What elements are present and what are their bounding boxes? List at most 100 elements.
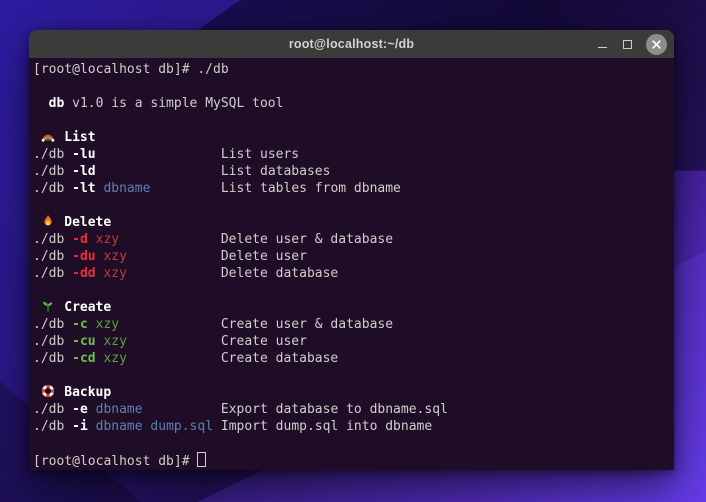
window-titlebar[interactable]: root@localhost:~/db: [29, 30, 674, 58]
command: ./db: [33, 181, 72, 196]
minimize-button[interactable]: [596, 38, 608, 50]
terminal-line: [33, 367, 674, 384]
text-segment: [213, 419, 221, 434]
command: ./db: [33, 317, 72, 332]
app-name: db: [49, 96, 65, 111]
flag: -i: [72, 419, 88, 434]
text-segment: [119, 317, 221, 332]
window-title: root@localhost:~/db: [289, 37, 414, 51]
terminal-line: ./db -ld List databases: [33, 163, 674, 180]
text-segment: [88, 419, 96, 434]
terminal-line: Backup: [33, 384, 674, 401]
flag: -cd: [72, 351, 95, 366]
argument: xzy: [103, 266, 126, 281]
text-segment: [33, 385, 41, 400]
terminal-line: ./db -cu xzy Create user: [33, 333, 674, 350]
terminal-line: Create: [33, 299, 674, 316]
flag: -c: [72, 317, 88, 332]
text-segment: [33, 130, 41, 145]
command: ./db: [33, 334, 72, 349]
description: List databases: [221, 164, 331, 179]
flag: -e: [72, 402, 88, 417]
section-title-create: Create: [64, 300, 111, 315]
command: ./db: [33, 232, 72, 247]
argument: xzy: [103, 249, 126, 264]
lifering-icon: [41, 384, 57, 398]
flag: -ld: [72, 164, 95, 179]
argument: xzy: [103, 351, 126, 366]
terminal-window: root@localhost:~/db [root@localhost db]#…: [29, 30, 674, 470]
argument: dbname: [96, 419, 143, 434]
maximize-button[interactable]: [621, 38, 633, 50]
argument: xzy: [96, 317, 119, 332]
close-button[interactable]: [646, 34, 667, 55]
command: ./db: [33, 402, 72, 417]
argument: dump.sql: [150, 419, 213, 434]
flag: -du: [72, 249, 95, 264]
flag: -d: [72, 232, 88, 247]
text-segment: [96, 147, 221, 162]
section-title-delete: Delete: [64, 215, 111, 230]
terminal-line: [33, 282, 674, 299]
description: List tables from dbname: [221, 181, 401, 196]
command: ./db: [33, 351, 72, 366]
terminal-line: [root@localhost db]#: [33, 452, 674, 470]
terminal-line: ./db -i dbname dump.sql Import dump.sql …: [33, 418, 674, 435]
description: Import dump.sql into dbname: [221, 419, 432, 434]
prompt: [root@localhost db]#: [33, 454, 197, 469]
description: Create user: [221, 334, 307, 349]
text-segment: [88, 402, 96, 417]
terminal-screen[interactable]: [root@localhost db]# ./db db v1.0 is a s…: [29, 58, 674, 470]
flag: -dd: [72, 266, 95, 281]
command: ./db: [33, 266, 72, 281]
description: List users: [221, 147, 299, 162]
terminal-line: [root@localhost db]# ./db: [33, 61, 674, 78]
terminal-line: [33, 112, 674, 129]
flag: -lu: [72, 147, 95, 162]
command: ./db: [33, 164, 72, 179]
description: Delete user & database: [221, 232, 393, 247]
section-title-list: List: [64, 130, 95, 145]
argument: xzy: [96, 232, 119, 247]
text-segment: [143, 402, 221, 417]
terminal-line: ./db -dd xzy Delete database: [33, 265, 674, 282]
text-segment: [150, 181, 220, 196]
fire-icon: [41, 214, 57, 228]
rainbow-icon: [41, 129, 57, 143]
window-controls: [596, 30, 667, 58]
argument: dbname: [103, 181, 150, 196]
terminal-line: [33, 78, 674, 95]
text-segment: [127, 266, 221, 281]
terminal-line: Delete: [33, 214, 674, 231]
text-segment: [33, 215, 41, 230]
description: Export database to dbname.sql: [221, 402, 448, 417]
flag: -lt: [72, 181, 95, 196]
text-segment: [33, 96, 49, 111]
terminal-line: ./db -c xzy Create user & database: [33, 316, 674, 333]
description: Delete database: [221, 266, 338, 281]
description: Create database: [221, 351, 338, 366]
argument: xzy: [103, 334, 126, 349]
text-segment: [33, 300, 41, 315]
command: ./db: [33, 147, 72, 162]
terminal-line: ./db -lu List users: [33, 146, 674, 163]
description: Create user & database: [221, 317, 393, 332]
prompt-command: [root@localhost db]# ./db: [33, 62, 229, 77]
text-segment: [127, 334, 221, 349]
text-segment: [119, 232, 221, 247]
terminal-line: List: [33, 129, 674, 146]
close-icon: [651, 39, 662, 50]
section-title-backup: Backup: [64, 385, 111, 400]
app-tagline: v1.0 is a simple MySQL tool: [64, 96, 283, 111]
terminal-line: ./db -d xzy Delete user & database: [33, 231, 674, 248]
terminal-line: ./db -lt dbname List tables from dbname: [33, 180, 674, 197]
text-segment: [96, 164, 221, 179]
seedling-icon: [41, 299, 57, 313]
minimize-icon: [598, 47, 607, 48]
maximize-icon: [623, 40, 632, 49]
text-segment: [127, 351, 221, 366]
flag: -cu: [72, 334, 95, 349]
text-segment: [88, 232, 96, 247]
terminal-line: ./db -du xzy Delete user: [33, 248, 674, 265]
terminal-line: ./db -cd xzy Create database: [33, 350, 674, 367]
